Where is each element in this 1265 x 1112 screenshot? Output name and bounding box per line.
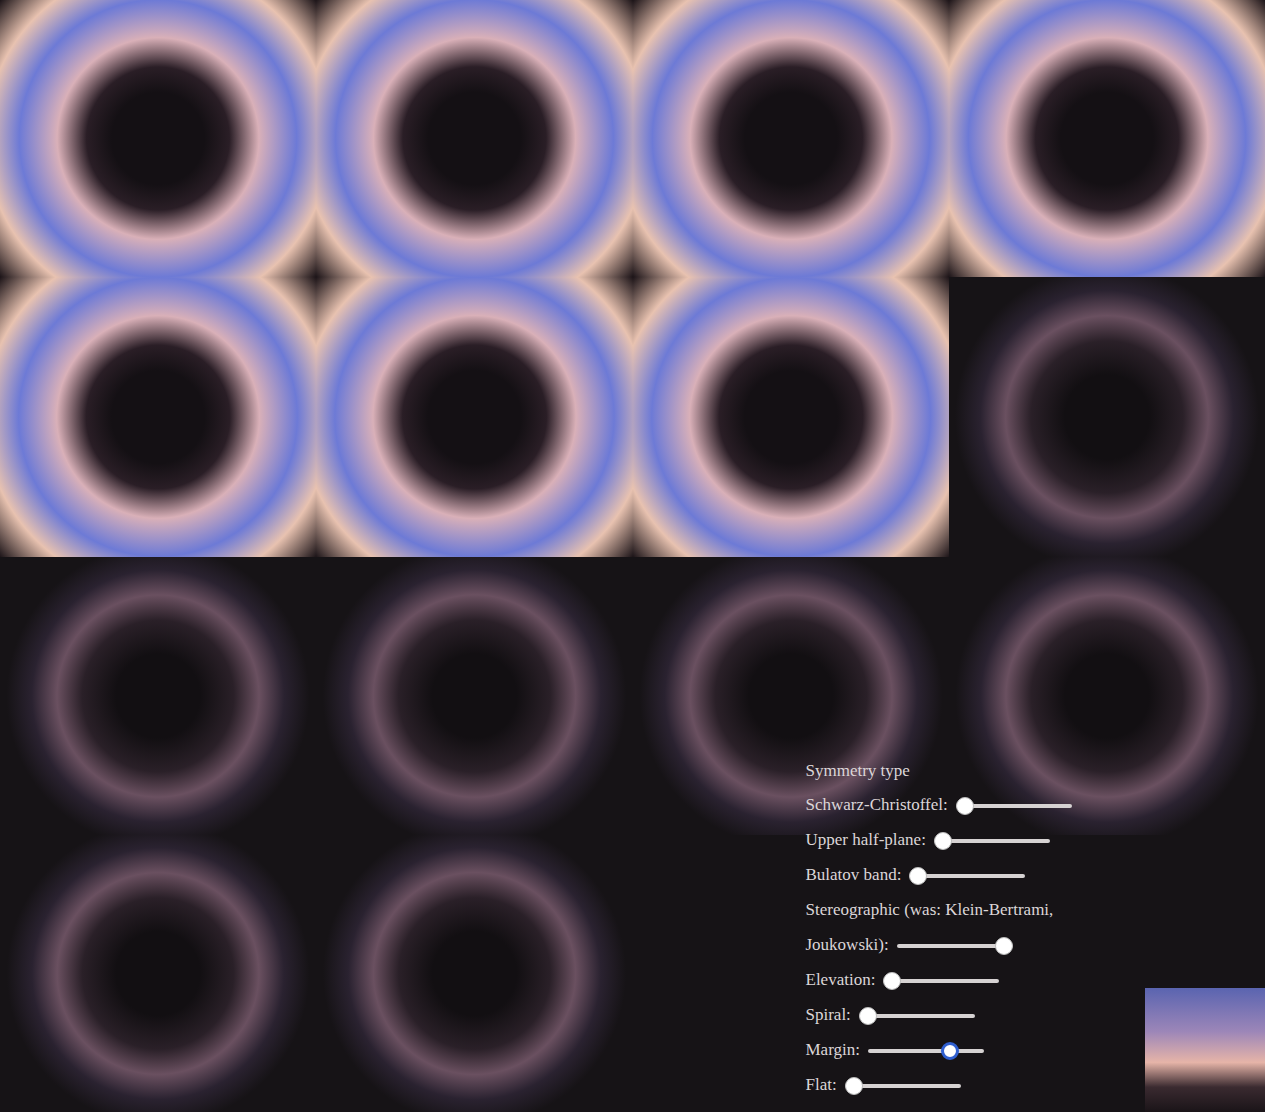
kaleidoscope-tile[interactable] [949, 277, 1265, 557]
slider-label: Flat: [806, 1075, 837, 1094]
app: Symmetry type Schwarz-Christoffel: Upper h… [0, 0, 1265, 1112]
kaleidoscope-tile[interactable] [633, 557, 949, 835]
kaleidoscope-tile[interactable] [0, 835, 316, 1112]
slider-row: Margin: [806, 1032, 1126, 1067]
slider[interactable] [897, 937, 1013, 955]
source-image[interactable] [1145, 988, 1265, 1112]
kaleidoscope-tile[interactable] [0, 557, 316, 835]
slider[interactable] [956, 797, 1072, 815]
kaleidoscope-tile[interactable] [949, 0, 1265, 277]
slider[interactable] [845, 1077, 961, 1095]
slider-label: Elevation: [806, 970, 876, 989]
kaleidoscope-tile[interactable] [949, 557, 1265, 835]
slider-row: Spiral: [806, 997, 1126, 1032]
slider-thumb[interactable] [859, 1007, 877, 1025]
slider-row: Stereographic (was: Klein-Bertrami, Jouk… [806, 892, 1126, 962]
slider-thumb[interactable] [995, 937, 1013, 955]
kaleidoscope-tile[interactable] [633, 0, 949, 277]
slider-row: Schwarz-Christoffel: [806, 787, 1126, 822]
slider[interactable] [909, 867, 1025, 885]
kaleidoscope-tile[interactable] [633, 277, 949, 557]
kaleidoscope-tile[interactable] [316, 277, 632, 557]
panel-heading: Symmetry type [806, 755, 1146, 787]
kaleidoscope-tile[interactable] [0, 0, 316, 277]
slider-thumb[interactable] [883, 972, 901, 990]
slider-row: Flat: [806, 1067, 1126, 1102]
slider-row: Elevation: [806, 962, 1126, 997]
slider-thumb[interactable] [956, 797, 974, 815]
slider[interactable] [859, 1007, 975, 1025]
kaleidoscope-tile[interactable] [316, 557, 632, 835]
slider-label: Spiral: [806, 1005, 851, 1024]
slider-thumb[interactable] [909, 867, 927, 885]
slider-label: Bulatov band: [806, 865, 902, 884]
slider[interactable] [934, 832, 1050, 850]
slider-row: Upper half-plane: [806, 822, 1126, 857]
slider-thumb[interactable] [941, 1042, 959, 1060]
slider-label: Margin: [806, 1040, 860, 1059]
slider[interactable] [883, 972, 999, 990]
slider-thumb[interactable] [934, 832, 952, 850]
kaleidoscope-tile[interactable] [316, 0, 632, 277]
slider[interactable] [868, 1042, 984, 1060]
control-panel: Symmetry type Schwarz-Christoffel: Upper h… [633, 755, 1146, 1112]
slider-label: Schwarz-Christoffel: [806, 795, 948, 814]
slider-label: Upper half-plane: [806, 830, 926, 849]
control-area: Symmetry typeSchwarz-Christoffel:Upper h… [633, 835, 1265, 1112]
kaleidoscope-tile[interactable] [316, 835, 632, 1112]
slider-row: Bulatov band: [806, 857, 1126, 892]
slider-thumb[interactable] [845, 1077, 863, 1095]
kaleidoscope-tile[interactable] [0, 277, 316, 557]
gallery: Symmetry type Schwarz-Christoffel: Upper h… [0, 0, 1265, 1112]
